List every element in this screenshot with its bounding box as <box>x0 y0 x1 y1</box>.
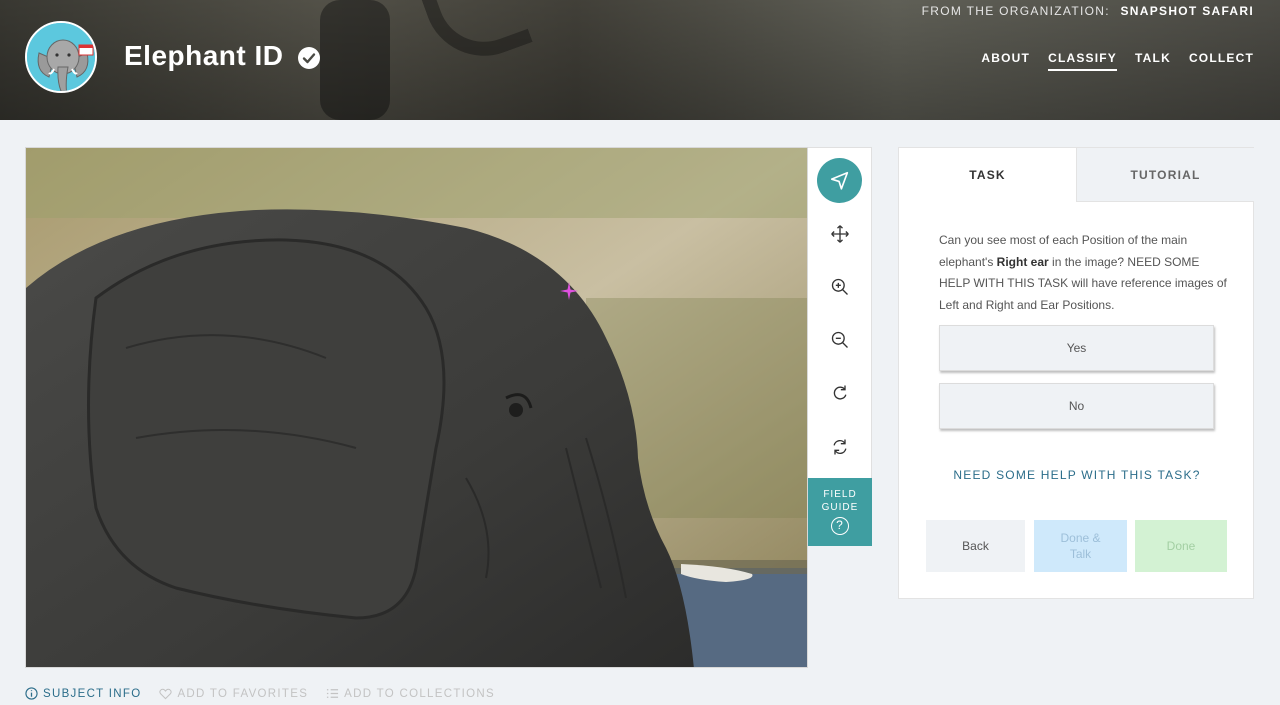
nav-classify[interactable]: CLASSIFY <box>1048 51 1118 71</box>
rotate-icon <box>833 385 846 400</box>
task-panel: TASK TUTORIAL Can you see most of each P… <box>898 147 1254 599</box>
zoom-in-icon <box>831 278 848 295</box>
task-tabs: TASK TUTORIAL <box>899 148 1254 202</box>
subject-meta-bar: SUBJECT INFO ADD TO FAVORITES ADD TO COL… <box>25 687 495 700</box>
subject-info-button[interactable]: SUBJECT INFO <box>25 687 141 700</box>
pointer-tool-button[interactable] <box>817 158 862 203</box>
tab-task[interactable]: TASK <box>899 148 1076 202</box>
question-bold-text: Right ear <box>996 254 1049 269</box>
heart-icon <box>159 688 173 699</box>
add-to-collections-label: ADD TO COLLECTIONS <box>344 687 495 700</box>
zoom-out-button[interactable] <box>817 317 862 362</box>
move-tool-button[interactable] <box>817 211 862 256</box>
task-help-link[interactable]: NEED SOME HELP WITH THIS TASK? <box>899 468 1255 482</box>
info-icon <box>25 687 38 700</box>
pointer-icon <box>830 171 848 190</box>
reset-icon <box>833 439 846 454</box>
rotate-button[interactable] <box>817 370 862 415</box>
task-question: Can you see most of each Position of the… <box>939 230 1229 316</box>
verified-badge-icon <box>298 47 320 69</box>
project-nav: ABOUT CLASSIFY TALK COLLECT <box>981 51 1254 71</box>
answer-yes-button[interactable]: Yes <box>939 325 1214 371</box>
organization-line: FROM THE ORGANIZATION: SNAPSHOT SAFARI <box>922 4 1254 18</box>
field-guide-label-line2: GUIDE <box>821 502 859 513</box>
tab-tutorial[interactable]: TUTORIAL <box>1076 148 1254 202</box>
field-guide-label-line1: FIELD <box>823 489 857 500</box>
add-to-collections-button[interactable]: ADD TO COLLECTIONS <box>326 687 495 700</box>
organization-link[interactable]: SNAPSHOT SAFARI <box>1120 4 1254 18</box>
zoom-out-icon <box>831 331 848 348</box>
project-avatar[interactable] <box>25 21 97 93</box>
nav-about[interactable]: ABOUT <box>981 51 1030 71</box>
done-and-talk-button[interactable]: Done & Talk <box>1034 520 1127 572</box>
reset-button[interactable] <box>817 424 862 469</box>
back-button[interactable]: Back <box>926 520 1025 572</box>
project-header: Elephant ID FROM THE ORGANIZATION: SNAPS… <box>0 0 1280 120</box>
nav-collect[interactable]: COLLECT <box>1189 51 1254 71</box>
done-button[interactable]: Done <box>1135 520 1227 572</box>
project-title[interactable]: Elephant ID <box>124 40 284 72</box>
help-circle-icon: ? <box>831 517 849 535</box>
field-guide-button[interactable]: FIELD GUIDE ? <box>808 478 872 546</box>
answer-no-button[interactable]: No <box>939 383 1214 429</box>
add-to-favorites-button[interactable]: ADD TO FAVORITES <box>159 687 308 700</box>
subject-info-label: SUBJECT INFO <box>43 687 142 700</box>
move-icon <box>830 224 849 243</box>
organization-prefix: FROM THE ORGANIZATION: <box>921 4 1110 18</box>
add-to-favorites-label: ADD TO FAVORITES <box>177 687 309 700</box>
subject-image[interactable] <box>25 147 808 668</box>
nav-talk[interactable]: TALK <box>1135 51 1171 71</box>
list-icon <box>327 689 339 698</box>
zoom-in-button[interactable] <box>817 264 862 309</box>
point-marker-icon[interactable] <box>560 282 578 300</box>
elephant-photo <box>26 148 807 667</box>
